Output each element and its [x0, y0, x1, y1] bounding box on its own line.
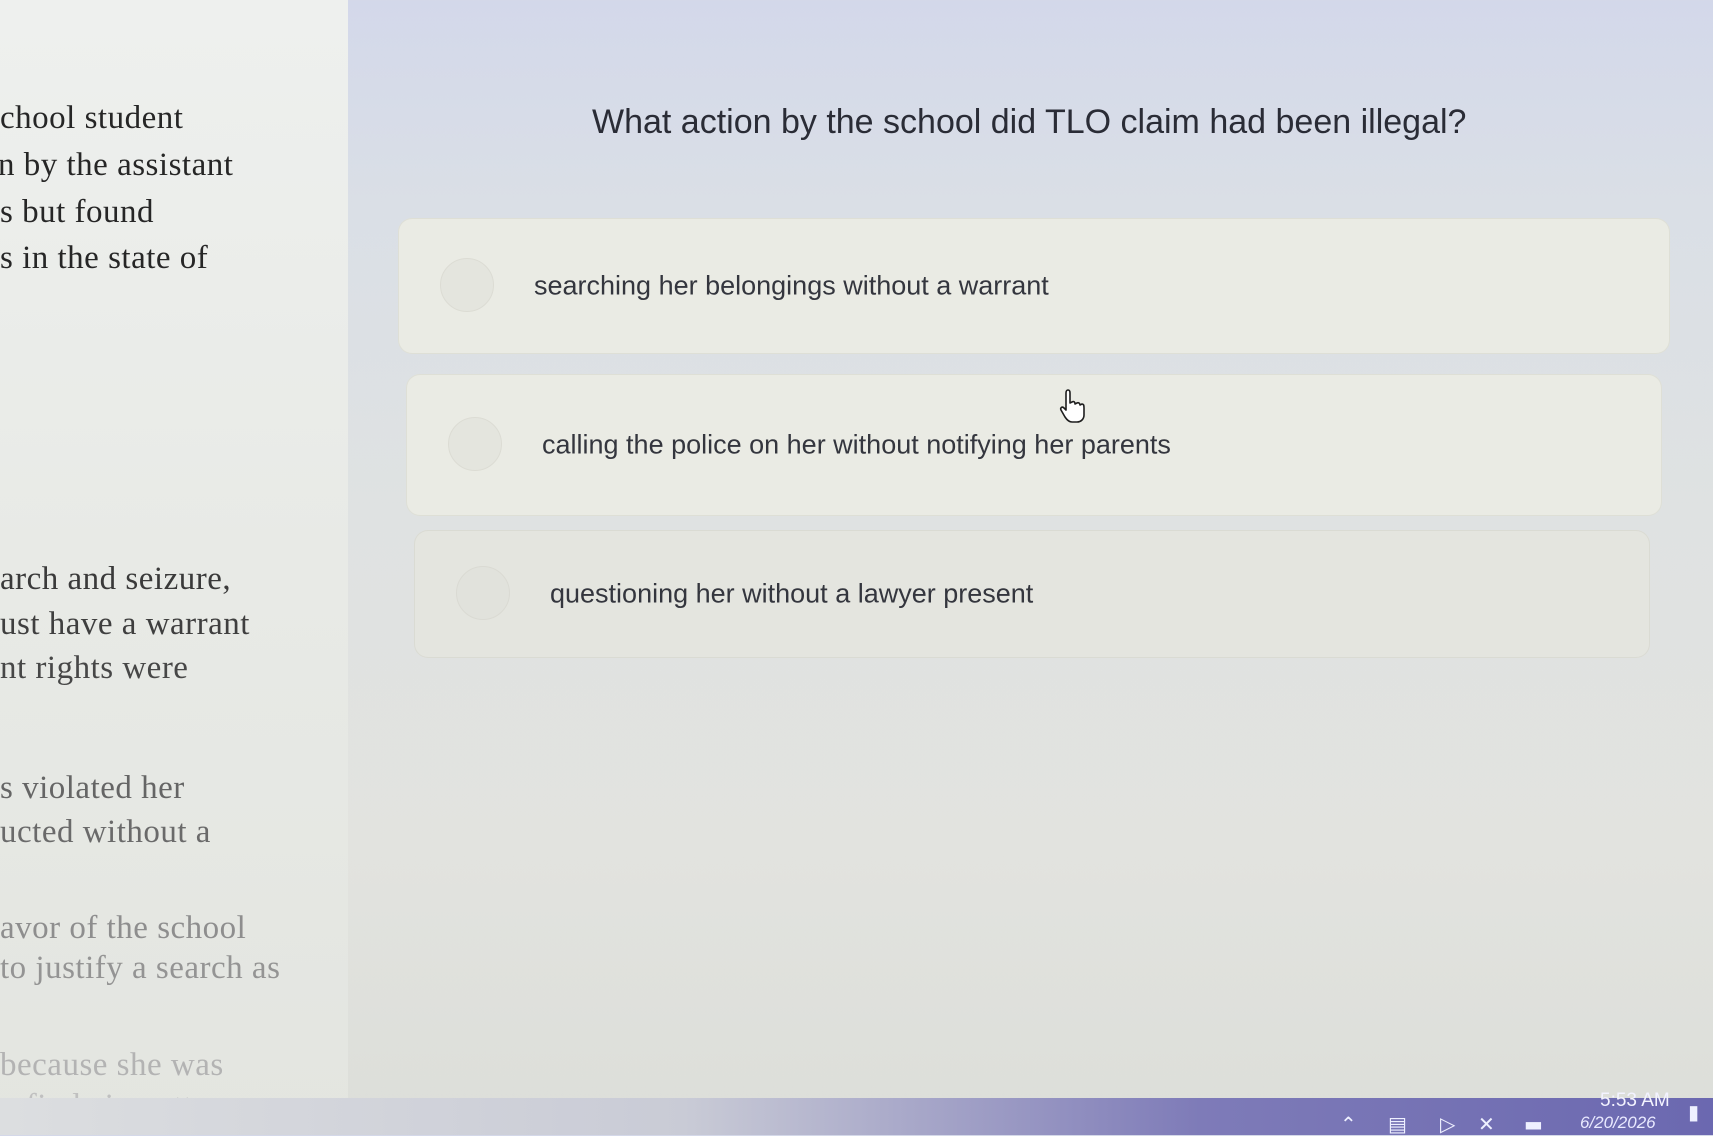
radio-circle-icon[interactable]	[440, 258, 494, 312]
mute-icon[interactable]: ✕	[1478, 1112, 1495, 1136]
passage-line: because she was	[0, 1047, 224, 1083]
notification-icon[interactable]: ▮	[1688, 1100, 1699, 1124]
radio-circle-icon[interactable]	[448, 417, 502, 471]
radio-circle-icon[interactable]	[456, 566, 510, 620]
answer-label: calling the police on her without notify…	[542, 429, 1171, 460]
passage-line: ucted without a	[0, 814, 211, 850]
hand-cursor-icon	[1059, 389, 1085, 423]
passage-line: arch and seizure,	[0, 561, 232, 597]
question-text: What action by the school did TLO claim …	[592, 103, 1467, 141]
answer-option-3[interactable]: questioning her without a lawyer present	[414, 530, 1650, 658]
speaker-icon[interactable]: ▷	[1440, 1112, 1455, 1136]
passage-line: s but found	[0, 194, 154, 230]
clock-time[interactable]: 5:53 AM	[1600, 1090, 1670, 1112]
passage-line: n by the assistant	[0, 147, 234, 183]
battery-icon[interactable]: ▬	[1524, 1112, 1543, 1136]
answer-option-1[interactable]: searching her belongings without a warra…	[398, 218, 1670, 354]
passage-panel: chool student n by the assistant s but f…	[0, 0, 348, 1135]
passage-line: chool student	[0, 100, 184, 136]
passage-line: s violated her	[0, 770, 185, 806]
network-icon[interactable]: ▤	[1388, 1112, 1407, 1136]
passage-line: ust have a warrant	[0, 606, 250, 642]
taskbar	[0, 1098, 1713, 1135]
passage-line: avor of the school	[0, 910, 247, 946]
answer-option-2[interactable]: calling the police on her without notify…	[406, 374, 1662, 516]
passage-line: nt rights were	[0, 650, 189, 686]
chevron-up-icon[interactable]: ⌃	[1340, 1112, 1357, 1136]
answer-label: searching her belongings without a warra…	[534, 270, 1049, 301]
passage-line: to justify a search as	[0, 950, 281, 986]
answer-label: questioning her without a lawyer present	[550, 578, 1034, 609]
passage-line: s in the state of	[0, 240, 209, 276]
clock-date[interactable]: 6/20/2026	[1580, 1113, 1656, 1133]
